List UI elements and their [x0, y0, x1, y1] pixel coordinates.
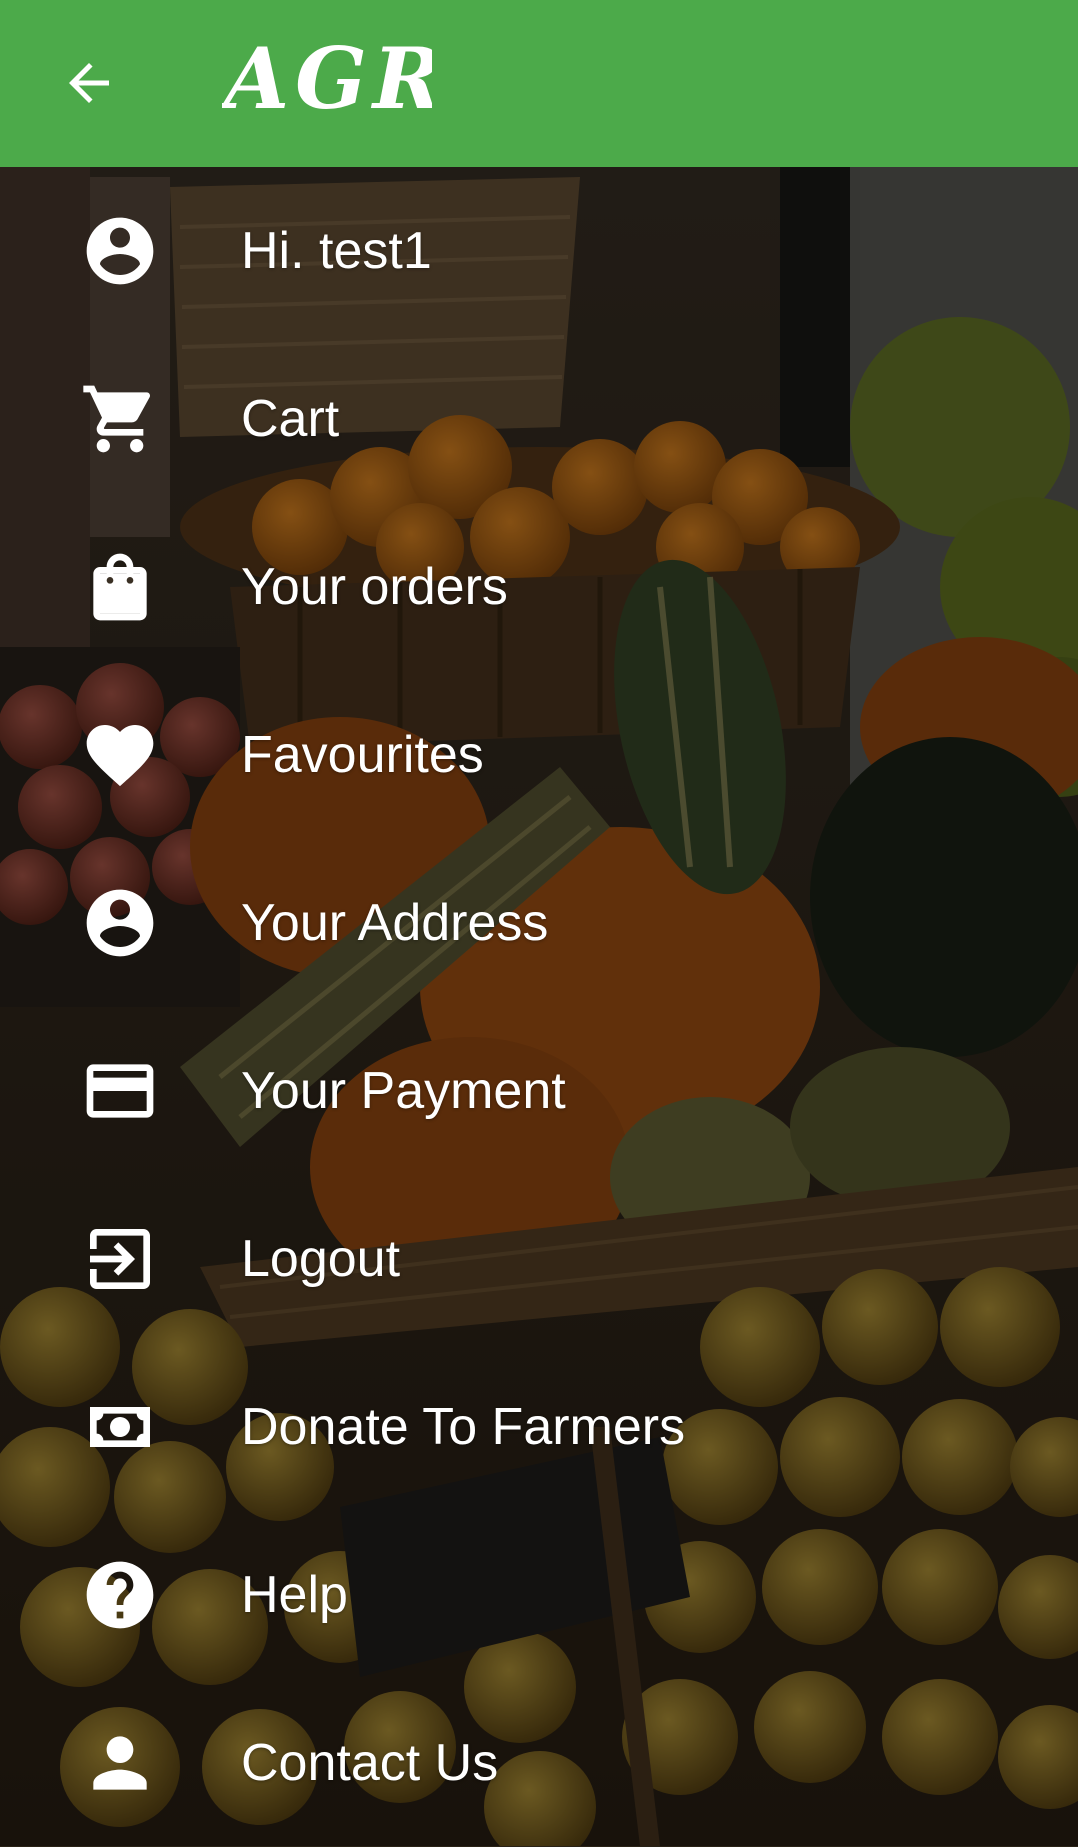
menu-item-label: Help — [241, 1566, 348, 1624]
menu-item-help[interactable]: Help — [0, 1511, 1078, 1679]
menu-item-label: Cart — [241, 390, 340, 448]
heart-icon — [80, 715, 160, 795]
person-icon — [80, 1723, 160, 1803]
menu-item-label: Contact Us — [241, 1734, 499, 1792]
help-circle-icon — [80, 1555, 160, 1635]
cart-icon — [80, 379, 160, 459]
menu-item-orders[interactable]: Your orders — [0, 503, 1078, 671]
cash-icon — [80, 1387, 160, 1467]
menu-item-logout[interactable]: Logout — [0, 1175, 1078, 1343]
menu-item-label: Donate To Farmers — [241, 1398, 686, 1456]
exit-to-app-icon — [80, 1219, 160, 1299]
menu-item-label: Your Address — [241, 894, 549, 952]
menu-item-payment[interactable]: Your Payment — [0, 1007, 1078, 1175]
menu-item-label: Logout — [241, 1230, 401, 1288]
shopping-bag-icon — [80, 547, 160, 627]
app-bar: AGRI — [0, 0, 1078, 167]
menu-item-cart[interactable]: Cart — [0, 335, 1078, 503]
menu-item-donate[interactable]: Donate To Farmers — [0, 1343, 1078, 1511]
menu-item-label: Your orders — [241, 558, 508, 616]
menu-item-contact[interactable]: Contact Us — [0, 1679, 1078, 1847]
menu-item-favourites[interactable]: Favourites — [0, 671, 1078, 839]
menu-item-profile[interactable]: Hi. test1 — [0, 167, 1078, 335]
menu-item-label: Hi. test1 — [241, 222, 432, 280]
arrow-back-icon — [69, 63, 109, 103]
svg-text:AGRI: AGRI — [222, 29, 432, 128]
menu-item-address[interactable]: Your Address — [0, 839, 1078, 1007]
account-circle-icon — [80, 883, 160, 963]
menu-item-label: Favourites — [241, 726, 484, 784]
credit-card-icon — [80, 1051, 160, 1131]
account-circle-icon — [80, 211, 160, 291]
menu-item-label: Your Payment — [241, 1062, 566, 1120]
back-button[interactable] — [44, 38, 134, 128]
app-logo: AGRI — [222, 29, 432, 128]
